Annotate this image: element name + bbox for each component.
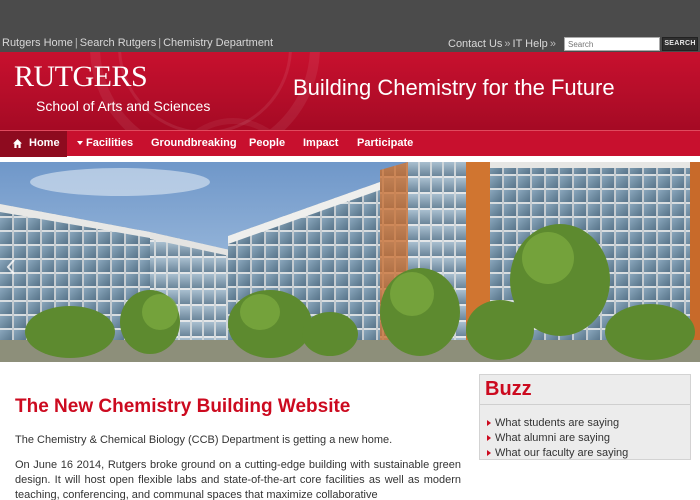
nav-home-label: Home — [29, 137, 60, 149]
list-item: What our faculty are saying — [487, 446, 628, 461]
search-rutgers-link[interactable]: Search Rutgers — [80, 37, 156, 49]
main-nav: Home Facilities Groundbreaking People Im… — [0, 130, 700, 157]
chemistry-department-link[interactable]: Chemistry Department — [163, 37, 273, 49]
buzz-title: Buzz — [485, 378, 532, 400]
body-paragraph: On June 16 2014, Rutgers broke ground on… — [15, 459, 461, 500]
buzz-box: Buzz What students are saying What alumn… — [479, 374, 691, 460]
bullet-icon — [487, 435, 491, 442]
nav-impact[interactable]: Impact — [303, 131, 338, 157]
buzz-link-students[interactable]: What students are saying — [495, 417, 619, 429]
separator: » — [504, 38, 511, 50]
nav-facilities-label: Facilities — [86, 137, 134, 149]
buzz-link-faculty[interactable]: What our faculty are saying — [495, 447, 628, 459]
separator: | — [158, 37, 162, 49]
list-item: What students are saying — [487, 416, 628, 431]
separator: | — [74, 37, 78, 49]
page-title: The New Chemistry Building Website — [15, 396, 351, 417]
bullet-icon — [487, 420, 491, 427]
buzz-link-alumni[interactable]: What alumni are saying — [495, 432, 610, 444]
divider — [480, 404, 690, 405]
contact-us-link[interactable]: Contact Us — [448, 38, 502, 50]
chevron-left-icon[interactable] — [6, 258, 16, 276]
hero-image — [0, 162, 700, 362]
nav-participate[interactable]: Participate — [357, 131, 413, 157]
utility-bar: Rutgers Home | Search Rutgers | Chemistry De… — [0, 0, 700, 52]
nav-home[interactable]: Home — [0, 131, 67, 157]
list-item: What alumni are saying — [487, 431, 628, 446]
search-input[interactable] — [564, 37, 660, 51]
rutgers-home-link[interactable]: Rutgers Home — [2, 37, 73, 49]
intro-paragraph: The Chemistry & Chemical Biology (CCB) D… — [15, 434, 393, 446]
site-tagline: Building Chemistry for the Future — [293, 75, 615, 100]
nav-groundbreaking[interactable]: Groundbreaking — [151, 131, 237, 157]
utility-right-links: Contact Us» IT Help» — [448, 38, 558, 50]
caret-down-icon — [77, 141, 83, 146]
school-name[interactable]: School of Arts and Sciences — [36, 98, 210, 114]
home-icon — [13, 139, 22, 148]
building-rendering-image — [0, 162, 700, 362]
rutgers-logo[interactable]: RUTGERS — [14, 61, 148, 93]
search-button[interactable]: SEARCH — [662, 37, 698, 51]
bullet-icon — [487, 450, 491, 457]
nav-facilities[interactable]: Facilities — [77, 131, 133, 157]
it-help-link[interactable]: IT Help — [513, 38, 548, 50]
utility-left-links: Rutgers Home | Search Rutgers | Chemistry De… — [2, 37, 273, 49]
separator: » — [549, 38, 556, 50]
buzz-list: What students are saying What alumni are… — [487, 416, 628, 461]
nav-people[interactable]: People — [249, 131, 285, 157]
